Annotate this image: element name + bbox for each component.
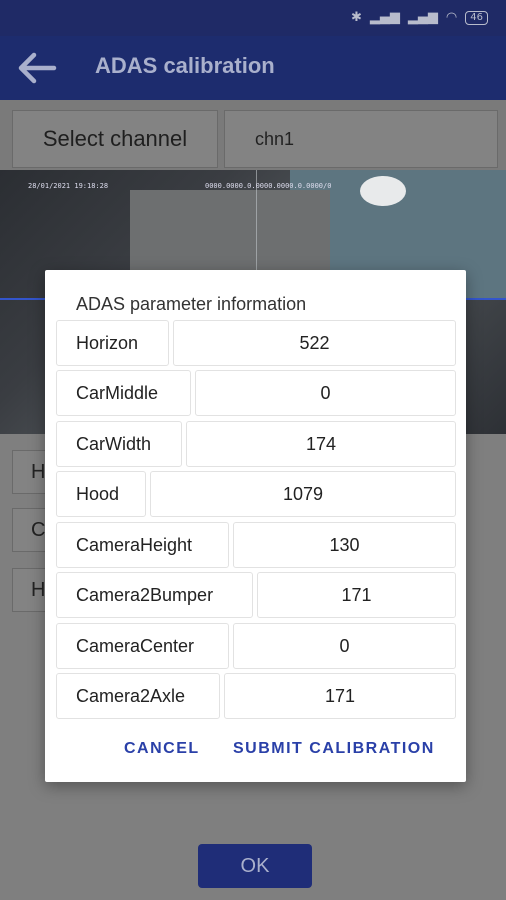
param-value-input[interactable]: 0	[233, 623, 456, 669]
param-value-input[interactable]: 130	[233, 522, 456, 568]
signal-2-icon: ▂▄▆	[407, 10, 438, 25]
param-row-carwidth: CarWidth 174	[56, 421, 456, 467]
param-label: CameraHeight	[56, 522, 229, 568]
param-label: Camera2Axle	[56, 673, 220, 719]
select-channel-label: Select channel	[12, 110, 218, 168]
wifi-icon: ◠	[445, 10, 458, 25]
param-value-input[interactable]: 174	[186, 421, 456, 467]
param-label: CarWidth	[56, 421, 182, 467]
app-bar: ADAS calibration	[0, 36, 506, 100]
param-row-carmiddle: CarMiddle 0	[56, 370, 456, 416]
submit-calibration-button[interactable]: SUBMIT CALIBRATION	[233, 740, 435, 758]
param-label: Horizon	[56, 320, 169, 366]
battery-icon: 46	[465, 10, 488, 25]
page-title: ADAS calibration	[95, 53, 275, 78]
param-row-camera2axle: Camera2Axle 171	[56, 673, 456, 719]
param-row-camera2bumper: Camera2Bumper 171	[56, 572, 456, 618]
cancel-button[interactable]: CANCEL	[124, 740, 200, 758]
param-label: Camera2Bumper	[56, 572, 253, 618]
dialog-actions: CANCEL SUBMIT CALIBRATION	[45, 740, 466, 768]
param-value-input[interactable]: 171	[224, 673, 456, 719]
param-value-input[interactable]: 0	[195, 370, 456, 416]
ok-button[interactable]: OK	[198, 844, 312, 888]
adas-parameter-dialog: ADAS parameter information Horizon 522 C…	[45, 270, 466, 782]
channel-select[interactable]: chn1	[224, 110, 498, 168]
status-icons: ✱ ▂▄▆ ▂▄▆ ◠ 46	[351, 10, 488, 25]
arrow-left-icon[interactable]	[14, 50, 58, 86]
preview-light	[360, 176, 406, 206]
param-row-horizon: Horizon 522	[56, 320, 456, 366]
param-label: CarMiddle	[56, 370, 191, 416]
param-row-cameraheight: CameraHeight 130	[56, 522, 456, 568]
osd-info: 0000.0000.0.0000.0000.0.0000/0	[205, 182, 332, 190]
bluetooth-icon: ✱	[351, 10, 362, 25]
param-value-input[interactable]: 522	[173, 320, 456, 366]
signal-icon: ▂▄▆	[369, 10, 400, 25]
param-label: Hood	[56, 471, 146, 517]
osd-timestamp: 28/01/2021 19:18:28	[28, 182, 109, 190]
param-row-cameracenter: CameraCenter 0	[56, 623, 456, 669]
param-row-hood: Hood 1079	[56, 471, 456, 517]
status-bar: ✱ ▂▄▆ ▂▄▆ ◠ 46	[0, 0, 506, 36]
param-value-input[interactable]: 1079	[150, 471, 456, 517]
channel-row: Select channel chn1	[0, 100, 506, 170]
param-label: CameraCenter	[56, 623, 229, 669]
dialog-title: ADAS parameter information	[76, 294, 307, 314]
param-value-input[interactable]: 171	[257, 572, 456, 618]
